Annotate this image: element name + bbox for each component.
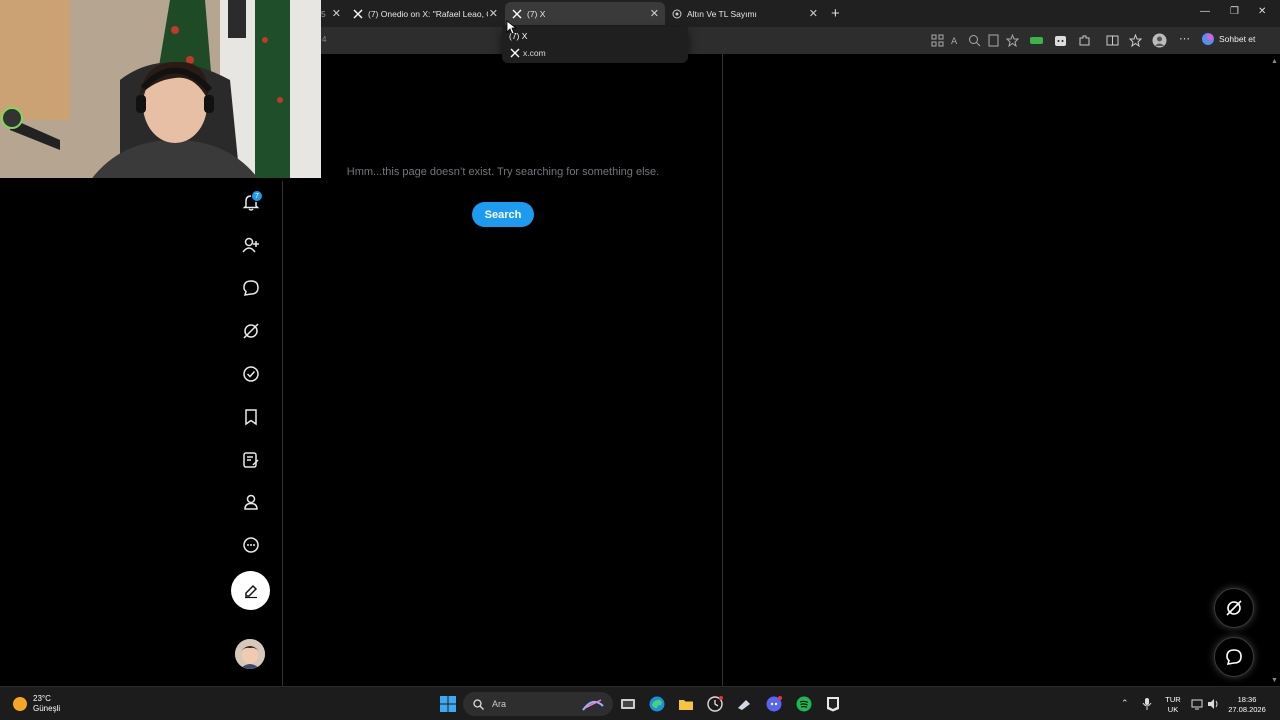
minimize-icon[interactable]: — <box>1200 6 1210 17</box>
follow-nav[interactable] <box>240 234 262 256</box>
reader-icon[interactable] <box>987 34 1000 47</box>
notification-badge: 7 <box>251 190 263 202</box>
grok-icon <box>1226 600 1242 616</box>
scroll-up-icon[interactable]: ▲ <box>1271 58 1278 65</box>
close-icon[interactable]: ✕ <box>650 7 659 20</box>
search-button[interactable]: Search <box>472 202 534 227</box>
bookmarks-nav[interactable] <box>240 406 262 428</box>
volume-icon[interactable] <box>1207 698 1220 710</box>
bookmark-icon <box>245 409 257 426</box>
x-main-column: Hmm...this page doesn’t exist. Try searc… <box>283 54 723 686</box>
x-left-nav <box>0 181 283 686</box>
globe-icon <box>671 8 682 19</box>
more-nav[interactable] <box>240 534 262 556</box>
taskbar-search[interactable]: Ara <box>463 692 613 716</box>
webcam-overlay <box>0 0 321 181</box>
file-explorer-icon[interactable] <box>678 696 694 712</box>
tab-title: (7) X <box>527 8 546 19</box>
extension-green-icon[interactable] <box>1030 34 1043 47</box>
translate-icon[interactable]: A <box>950 34 963 47</box>
clock-date: 27.08.2026 <box>1228 705 1266 714</box>
profile-icon <box>244 494 258 510</box>
account-avatar[interactable] <box>235 639 265 669</box>
app-clock-icon[interactable] <box>707 696 723 712</box>
profile-nav[interactable] <box>240 491 262 513</box>
lists-nav[interactable] <box>240 449 262 471</box>
split-screen-icon[interactable] <box>1106 34 1119 47</box>
scrollbar[interactable]: ▲ ▼ <box>1268 54 1280 686</box>
verified-nav[interactable] <box>240 363 262 385</box>
tab-altin[interactable]: Altın Ve TL Sayımı ✕ <box>666 2 824 25</box>
star-icon[interactable] <box>1006 34 1019 47</box>
zoom-icon[interactable] <box>968 34 981 47</box>
scroll-down-icon[interactable]: ▼ <box>1271 677 1278 684</box>
tab-partial[interactable]: 5 ✕ <box>321 2 345 25</box>
messages-nav[interactable] <box>240 277 262 299</box>
tab-x[interactable]: (7) X ✕ <box>505 2 665 25</box>
chat-icon <box>1226 649 1242 665</box>
svg-text:A: A <box>951 37 958 47</box>
x-logo-icon <box>352 8 363 19</box>
weather-desc: Güneşli <box>33 704 61 713</box>
apps-icon[interactable] <box>931 34 944 47</box>
steam-icon[interactable] <box>736 696 752 712</box>
close-icon[interactable]: ✕ <box>489 7 498 20</box>
network-icon[interactable] <box>1191 698 1203 710</box>
copilot-icon <box>1202 33 1214 45</box>
taskbar-search-placeholder: Ara <box>492 699 507 709</box>
search-icon <box>473 698 484 710</box>
extension-cat-icon[interactable] <box>1054 34 1067 47</box>
lang-top: TUR <box>1165 695 1181 704</box>
more-icon <box>243 537 259 553</box>
search-highlight-icon <box>582 699 604 711</box>
follow-icon <box>242 237 259 253</box>
compose-post-button[interactable] <box>231 571 270 610</box>
tray-chevron-up-icon[interactable]: ⌃ <box>1121 698 1129 709</box>
compose-icon <box>244 584 257 598</box>
copilot-label: Sohbet et <box>1219 34 1256 44</box>
tab-title: (7) Onedio on X: "Rafael Leao, Gal <box>368 8 488 19</box>
grok-icon <box>243 323 259 339</box>
sun-icon <box>13 697 27 711</box>
messages-float-button[interactable] <box>1214 637 1254 677</box>
copilot-button[interactable]: Sohbet et <box>1201 32 1255 46</box>
tab-onedio[interactable]: (7) Onedio on X: "Rafael Leao, Gal ✕ <box>346 2 504 25</box>
screen: 5 ✕ (7) Onedio on X: "Rafael Leao, Gal ✕… <box>0 0 1280 720</box>
tab-title: Altın Ve TL Sayımı <box>687 8 757 19</box>
microphone-icon[interactable] <box>1141 697 1153 711</box>
mouse-cursor-icon <box>506 20 516 35</box>
windows-start-icon[interactable] <box>440 696 456 712</box>
task-view-icon[interactable] <box>620 696 636 712</box>
chat-icon <box>243 280 259 296</box>
favorites-icon[interactable] <box>1129 34 1142 47</box>
puzzle-icon[interactable] <box>1078 34 1091 47</box>
clock-time: 18:36 <box>1237 695 1257 704</box>
discord-icon[interactable] <box>766 696 782 712</box>
more-menu-icon[interactable]: ⋯ <box>1179 32 1190 45</box>
close-icon[interactable]: ✕ <box>809 7 818 20</box>
lang-bottom: UK <box>1167 705 1179 714</box>
epic-games-icon[interactable] <box>825 696 841 712</box>
verified-icon <box>243 366 259 382</box>
edge-icon[interactable] <box>649 696 665 712</box>
input-language[interactable]: TUR UK <box>1162 695 1184 715</box>
weather-temp: 23°C <box>33 694 51 703</box>
close-icon[interactable]: ✕ <box>332 7 341 20</box>
maximize-icon[interactable]: ❐ <box>1230 6 1239 17</box>
address-fragment: 4 <box>322 35 327 44</box>
windows-taskbar: 23°C Güneşli Ara ⌃ TUR UK 18:36 27.08.20… <box>0 686 1280 720</box>
page-not-found-message: Hmm...this page doesn’t exist. Try searc… <box>346 166 660 178</box>
lists-icon <box>243 452 259 468</box>
profile-avatar-icon[interactable] <box>1152 33 1167 48</box>
spotify-icon[interactable] <box>796 696 812 712</box>
tab-title: 5 <box>321 8 326 19</box>
grok-nav[interactable] <box>240 320 262 342</box>
new-tab-button[interactable]: + <box>831 5 840 22</box>
close-window-icon[interactable]: ✕ <box>1258 6 1266 17</box>
weather-widget[interactable]: 23°C Güneşli <box>13 694 60 714</box>
clock[interactable]: 18:36 27.08.2026 <box>1226 695 1268 715</box>
grok-float-button[interactable] <box>1214 588 1254 628</box>
x-logo-icon <box>511 8 522 19</box>
